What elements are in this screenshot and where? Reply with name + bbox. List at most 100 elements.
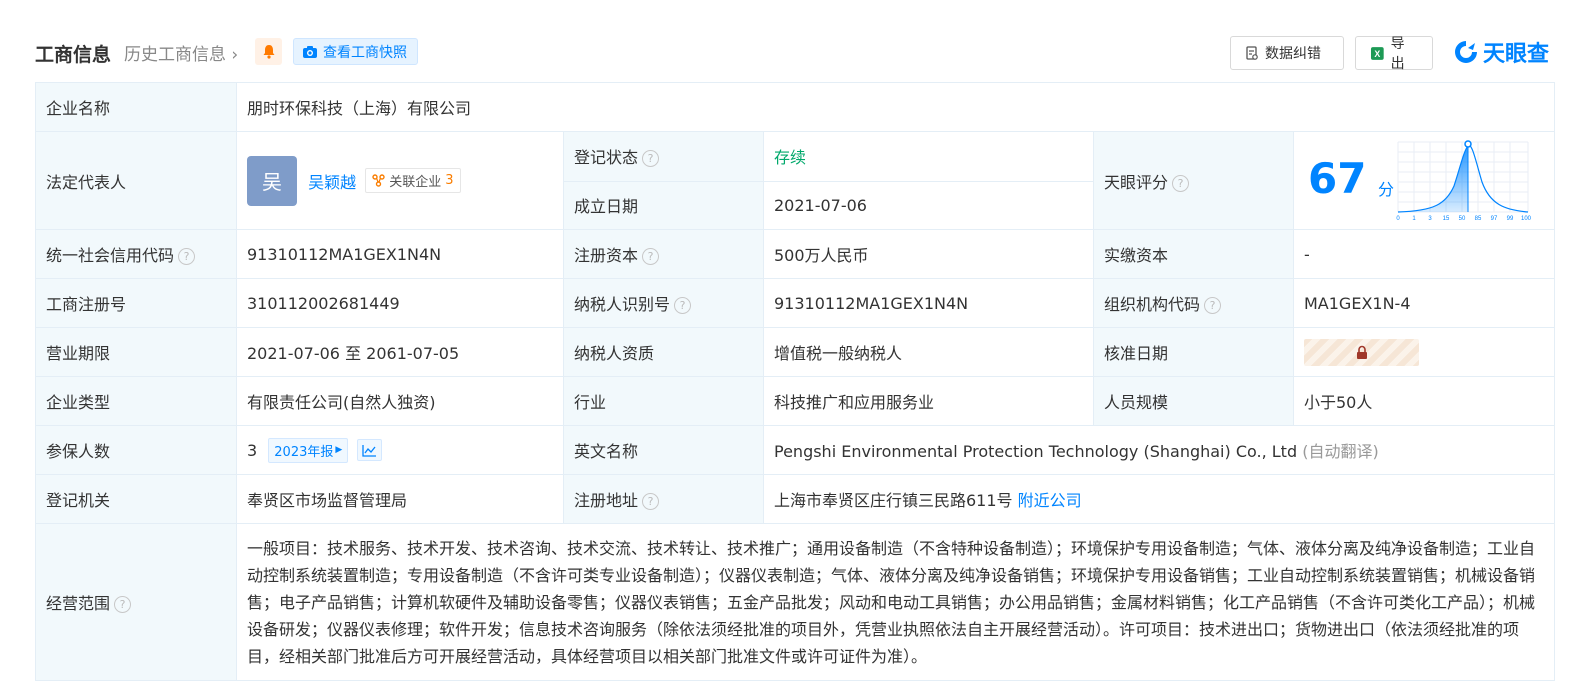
taxpayer-type-value: 增值税一般纳税人 bbox=[763, 327, 1094, 377]
nearby-companies-link[interactable]: 附近公司 bbox=[1018, 491, 1082, 510]
table-row: 企业类型 有限责任公司(自然人独资) 行业 科技推广和应用服务业 人员规模 小于… bbox=[35, 376, 1556, 426]
taxpayer-id-label-cell: 纳税人识别号? bbox=[563, 278, 764, 328]
excel-icon: X bbox=[1370, 46, 1384, 60]
section-title: 工商信息 bbox=[35, 44, 112, 66]
camera-icon bbox=[303, 45, 317, 58]
trend-button[interactable] bbox=[357, 439, 383, 461]
staff-value: 小于50人 bbox=[1292, 376, 1556, 426]
related-count: 3 bbox=[445, 173, 454, 188]
snapshot-button[interactable]: 查看工商快照 bbox=[293, 38, 418, 65]
export-label: 导出 bbox=[1390, 36, 1405, 72]
industry-label: 行业 bbox=[563, 376, 764, 426]
related-label: 关联企业 bbox=[389, 175, 442, 190]
org-code-label-cell: 组织机构代码? bbox=[1093, 278, 1294, 328]
tick-label: 1 bbox=[1412, 216, 1416, 222]
authority-label: 登记机关 bbox=[35, 474, 237, 524]
tick-label: 50 bbox=[1459, 216, 1466, 222]
address-value: 上海市奉贤区庄行镇三民路611号 bbox=[774, 491, 1013, 510]
taxpayer-id-label: 纳税人识别号 bbox=[574, 295, 671, 314]
address-label-cell: 注册地址? bbox=[563, 474, 764, 524]
reg-no-label: 工商注册号 bbox=[35, 278, 237, 328]
score-unit: 分 bbox=[1378, 180, 1395, 199]
tick-label: 100 bbox=[1521, 216, 1532, 222]
taxpayer-type-label: 纳税人资质 bbox=[563, 327, 764, 377]
legal-rep-link[interactable]: 吴颖越 bbox=[308, 173, 356, 192]
vip-lock[interactable] bbox=[1304, 338, 1419, 366]
status-value: 存续 bbox=[774, 148, 807, 168]
paid-capital-value: - bbox=[1292, 229, 1556, 279]
table-row: 企业名称 朋时环保科技（上海）有限公司 bbox=[35, 82, 1556, 132]
table-row: 登记机关 奉贤区市场监督管理局 注册地址? 上海市奉贤区庄行镇三民路611号 附… bbox=[35, 474, 1556, 524]
reg-capital-value: 500万人民币 bbox=[763, 229, 1094, 279]
annual-report-button[interactable]: 2023年报 ▶ bbox=[268, 437, 349, 463]
reg-no-value: 310112002681449 bbox=[236, 278, 564, 328]
table-row: 统一社会信用代码? 91310112MA1GEX1N4N 注册资本? 500万人… bbox=[35, 229, 1556, 279]
insured-value: 3 bbox=[247, 440, 258, 460]
question-circle-icon[interactable]: ? bbox=[1172, 174, 1190, 192]
credit-code-label-cell: 统一社会信用代码? bbox=[35, 229, 237, 279]
table-row: 营业期限 2021-07-06 至 2061-07-05 纳税人资质 增值税一般… bbox=[35, 327, 1556, 377]
type-value: 有限责任公司(自然人独资) bbox=[236, 376, 564, 426]
bell-button[interactable] bbox=[255, 38, 282, 65]
en-name-note: (自动翻译) bbox=[1302, 442, 1379, 461]
term-value: 2021-07-06 至 2061-07-05 bbox=[236, 327, 564, 377]
brand-mark-icon bbox=[1455, 41, 1477, 63]
status-label: 登记状态 bbox=[574, 148, 639, 168]
avatar[interactable]: 吴 bbox=[247, 155, 297, 206]
annual-report-label: 2023年报 bbox=[274, 444, 334, 460]
question-circle-icon[interactable]: ? bbox=[642, 150, 660, 168]
score-label-cell: 天眼评分? bbox=[1093, 131, 1294, 230]
export-button[interactable]: X 导出 bbox=[1355, 36, 1433, 72]
en-name-label: 英文名称 bbox=[563, 425, 764, 475]
table-row: 参保人数 3 2023年报 ▶ 英文名称 Pengshi Environmenta… bbox=[35, 425, 1556, 475]
tick-label: 3 bbox=[1428, 216, 1432, 222]
paid-capital-label: 实缴资本 bbox=[1093, 229, 1294, 279]
chevron-right-icon: › bbox=[226, 45, 239, 65]
approved-cell bbox=[1292, 327, 1556, 377]
table-row: 工商注册号 310112002681449 纳税人识别号? 91310112MA… bbox=[35, 278, 1556, 328]
founded-label: 成立日期 bbox=[563, 180, 764, 230]
reg-capital-label-cell: 注册资本? bbox=[563, 229, 764, 279]
score-cell[interactable]: 67 分 0 1 3 15 50 85 97 99 100 bbox=[1292, 131, 1556, 230]
status-cell: 存续 bbox=[763, 131, 1094, 182]
section-header: 工商信息 历史工商信息 › 查看工商快照 数据纠错 X 导出 天眼查 bbox=[0, 0, 1569, 82]
question-circle-icon[interactable]: ? bbox=[642, 248, 660, 265]
company-name-label: 企业名称 bbox=[35, 82, 237, 132]
lock-icon bbox=[1356, 345, 1367, 359]
approved-label: 核准日期 bbox=[1093, 327, 1294, 377]
history-label: 历史工商信息 bbox=[124, 45, 226, 65]
brand-name: 天眼查 bbox=[1483, 42, 1550, 67]
founded-value: 2021-07-06 bbox=[763, 180, 1094, 230]
status-label-cell: 登记状态? bbox=[563, 131, 764, 182]
org-code-label: 组织机构代码 bbox=[1104, 295, 1201, 314]
type-label: 企业类型 bbox=[35, 376, 237, 426]
snapshot-label: 查看工商快照 bbox=[323, 44, 407, 61]
tick-label: 85 bbox=[1475, 216, 1482, 222]
scope-value: 一般项目：技术服务、技术开发、技术咨询、技术交流、技术转让、技术推广；通用设备制… bbox=[235, 523, 1556, 681]
company-name: 朋时环保科技（上海）有限公司 bbox=[235, 82, 1556, 132]
score-label: 天眼评分 bbox=[1104, 172, 1169, 192]
question-circle-icon[interactable]: ? bbox=[178, 248, 196, 265]
scope-label-cell: 经营范围? bbox=[35, 523, 237, 681]
question-circle-icon[interactable]: ? bbox=[642, 493, 660, 510]
data-error-label: 数据纠错 bbox=[1265, 46, 1321, 62]
taxpayer-id-value: 91310112MA1GEX1N4N bbox=[763, 278, 1094, 328]
credit-code-label: 统一社会信用代码 bbox=[46, 246, 175, 265]
data-error-button[interactable]: 数据纠错 bbox=[1230, 36, 1344, 70]
question-circle-icon[interactable]: ? bbox=[674, 297, 692, 314]
network-icon bbox=[372, 174, 385, 187]
scope-label: 经营范围 bbox=[46, 594, 111, 613]
score-distribution-chart: 0 1 3 15 50 85 97 99 100 bbox=[1396, 140, 1532, 222]
en-name-cell: Pengshi Environmental Protection Technol… bbox=[762, 425, 1556, 475]
tick-label: 99 bbox=[1507, 216, 1514, 222]
table-row: 法定代表人 吴 吴颖越 关联企业 3 登记状态? 存续 天眼评分? 67 分 0… bbox=[35, 131, 1556, 230]
en-name-value: Pengshi Environmental Protection Technol… bbox=[774, 442, 1298, 461]
history-link[interactable]: 历史工商信息 › bbox=[124, 40, 238, 65]
question-circle-icon[interactable]: ? bbox=[1204, 297, 1222, 314]
related-companies-button[interactable]: 关联企业 3 bbox=[365, 168, 461, 193]
insured-cell: 3 2023年报 ▶ bbox=[236, 425, 564, 475]
score-widget[interactable]: 67 分 0 1 3 15 50 85 97 99 100 bbox=[1294, 132, 1554, 229]
bell-icon bbox=[263, 45, 274, 59]
table-row: 经营范围? 一般项目：技术服务、技术开发、技术咨询、技术交流、技术转让、技术推广… bbox=[35, 523, 1556, 681]
question-circle-icon[interactable]: ? bbox=[114, 596, 132, 613]
